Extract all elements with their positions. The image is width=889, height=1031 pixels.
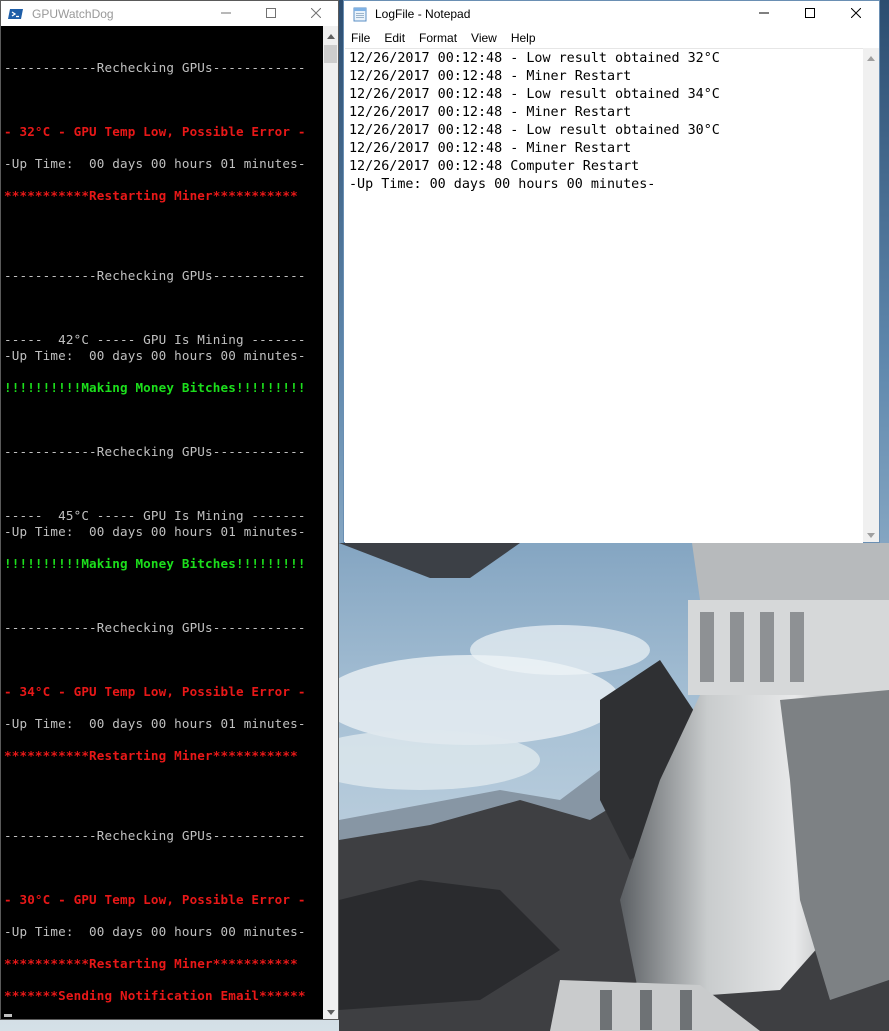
menu-format[interactable]: Format: [412, 31, 464, 45]
console-window-title: GPUWatchDog: [32, 6, 114, 21]
console-scrollbar[interactable]: [323, 26, 338, 1019]
console-line: ***********Restarting Miner***********: [4, 748, 298, 763]
notepad-titlebar[interactable]: LogFile - Notepad: [344, 1, 879, 26]
console-line: -Up Time: 00 days 00 hours 01 minutes-: [4, 716, 306, 731]
console-close-button[interactable]: [293, 1, 338, 26]
console-line: ------------Rechecking GPUs------------: [4, 268, 306, 283]
log-line: 12/26/2017 00:12:48 - Low result obtaine…: [349, 51, 720, 66]
notepad-text-area[interactable]: 12/26/2017 00:12:48 - Low result obtaine…: [345, 48, 863, 543]
console-minimize-button[interactable]: [203, 1, 248, 26]
console-line: -Up Time: 00 days 00 hours 00 minutes-: [4, 348, 306, 363]
menu-edit[interactable]: Edit: [377, 31, 412, 45]
minimize-icon: [759, 5, 769, 23]
console-line: - 32°C - GPU Temp Low, Possible Error -: [4, 124, 306, 139]
console-line: ------------Rechecking GPUs------------: [4, 60, 306, 75]
console-line: ----- 45°C ----- GPU Is Mining -------: [4, 508, 306, 523]
console-line: ------------Rechecking GPUs------------: [4, 828, 306, 843]
console-line: ***********Restarting Miner***********: [4, 956, 298, 971]
text-cursor: [4, 1014, 12, 1017]
console-line: - 34°C - GPU Temp Low, Possible Error -: [4, 684, 306, 699]
console-line: *******Sending Notification Email******: [4, 988, 306, 1003]
console-line: -Up Time: 00 days 00 hours 01 minutes-: [4, 524, 306, 539]
console-line: - 30°C - GPU Temp Low, Possible Error -: [4, 892, 306, 907]
log-line: 12/26/2017 00:12:48 - Miner Restart: [349, 69, 632, 84]
minimize-icon: [220, 5, 231, 23]
notepad-scrollbar[interactable]: [863, 48, 879, 542]
log-line: 12/26/2017 00:12:48 - Miner Restart: [349, 105, 632, 120]
console-line: -Up Time: 00 days 00 hours 00 minutes-: [4, 924, 306, 939]
notepad-menubar: File Edit Format View Help: [344, 28, 879, 48]
chevron-down-icon: [867, 525, 875, 543]
console-line: -Up Time: 00 days 00 hours 01 minutes-: [4, 156, 306, 171]
console-line: ------------Rechecking GPUs------------: [4, 620, 306, 635]
scroll-down-button[interactable]: [863, 525, 879, 542]
notepad-minimize-button[interactable]: [741, 1, 787, 26]
menu-file[interactable]: File: [344, 31, 377, 45]
notepad-close-button[interactable]: [833, 1, 879, 26]
notepad-window: LogFile - Notepad File Edit Format View …: [343, 0, 880, 543]
notepad-window-title: LogFile - Notepad: [375, 6, 471, 21]
console-output[interactable]: ------------Rechecking GPUs------------ …: [1, 26, 323, 1019]
scroll-up-button[interactable]: [323, 26, 338, 43]
log-line: 12/26/2017 00:12:48 - Miner Restart: [349, 141, 632, 156]
menu-view[interactable]: View: [464, 31, 504, 45]
chevron-up-icon: [326, 26, 335, 44]
notepad-icon: [352, 6, 368, 22]
maximize-icon: [805, 5, 815, 23]
console-line: ----- 42°C ----- GPU Is Mining -------: [4, 332, 306, 347]
log-line: 12/26/2017 00:12:48 - Low result obtaine…: [349, 87, 720, 102]
console-maximize-button[interactable]: [248, 1, 293, 26]
close-icon: [850, 5, 862, 23]
console-line: !!!!!!!!!!Making Money Bitches!!!!!!!!!: [4, 556, 306, 571]
console-line: ***********Restarting Miner***********: [4, 188, 298, 203]
notepad-maximize-button[interactable]: [787, 1, 833, 26]
log-line: -Up Time: 00 days 00 hours 00 minutes-: [349, 177, 656, 192]
console-line: ------------Rechecking GPUs------------: [4, 444, 306, 459]
console-window: GPUWatchDog ------------Rechecking GPUs-…: [0, 0, 339, 1020]
maximize-icon: [265, 5, 276, 23]
chevron-up-icon: [867, 48, 875, 66]
scroll-down-button[interactable]: [323, 1002, 338, 1019]
close-icon: [310, 5, 321, 23]
chevron-down-icon: [326, 1002, 335, 1020]
scroll-up-button[interactable]: [863, 48, 879, 65]
scroll-thumb[interactable]: [324, 45, 337, 63]
log-line: 12/26/2017 00:12:48 - Low result obtaine…: [349, 123, 720, 138]
console-line: !!!!!!!!!!Making Money Bitches!!!!!!!!!: [4, 380, 306, 395]
powershell-icon: [8, 6, 24, 22]
console-titlebar[interactable]: GPUWatchDog: [1, 1, 338, 26]
menu-help[interactable]: Help: [504, 31, 543, 45]
log-line: 12/26/2017 00:12:48 Computer Restart: [349, 159, 640, 174]
